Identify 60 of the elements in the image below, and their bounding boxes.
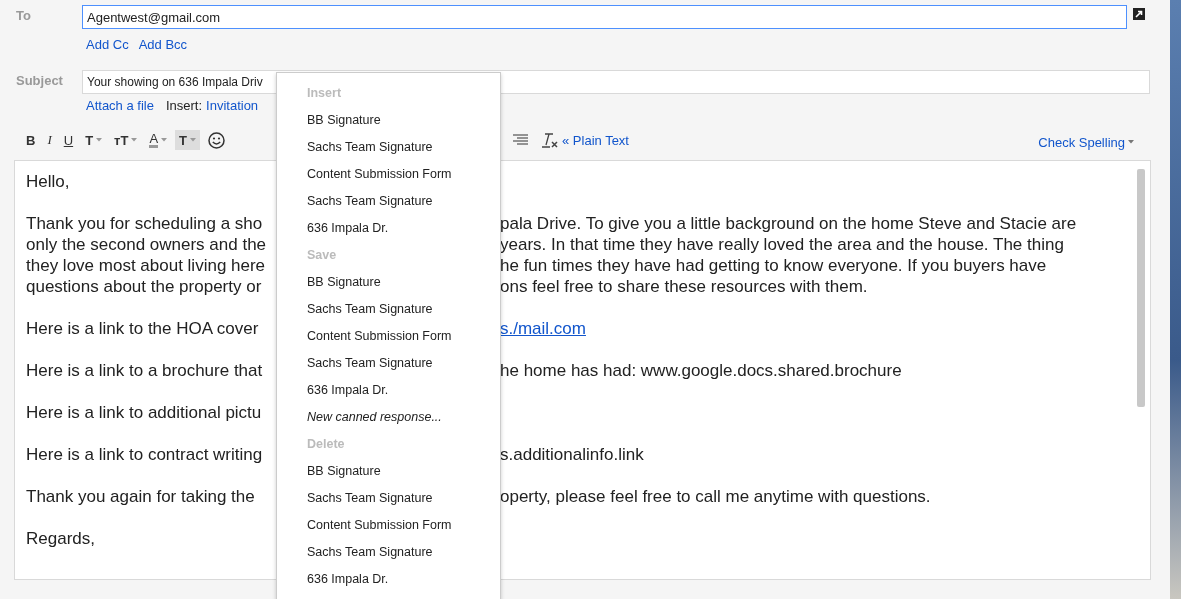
- format-button[interactable]: A: [145, 130, 172, 150]
- to-field[interactable]: Agentwest@gmail.com: [82, 5, 1127, 29]
- body-text: Here is a link to contract writing: [26, 444, 264, 465]
- body-text: Here is a link to the HOA cover: [26, 318, 260, 339]
- menu-item[interactable]: Sachs Team Signature: [277, 296, 500, 323]
- subject-label: Subject: [15, 72, 64, 88]
- body-text: Regards,: [26, 528, 96, 549]
- format-button[interactable]: U: [59, 130, 78, 150]
- emoji-icon[interactable]: [208, 131, 225, 149]
- menu-item[interactable]: Sachs Team Signature: [277, 485, 500, 512]
- popout-icon[interactable]: [1133, 8, 1145, 20]
- menu-item[interactable]: BB Signature: [277, 269, 500, 296]
- check-spelling-link[interactable]: Check Spelling: [1038, 134, 1134, 150]
- format-button[interactable]: T: [81, 130, 107, 150]
- body-text: Here is a link to additional pictu: [26, 402, 263, 423]
- to-label: To: [15, 7, 32, 23]
- body-text: operty, please feel free to call me anytime with questions.: [500, 486, 931, 507]
- remove-formatting-icon[interactable]: [541, 132, 559, 148]
- body-text: he fun times they have had getting to know everyone. If you buyers have: [500, 255, 1047, 276]
- body-link[interactable]: s./mail.com: [500, 318, 586, 339]
- menu-item[interactable]: Content Submission Form: [277, 323, 500, 350]
- menu-section-header: Delete: [306, 436, 346, 453]
- menu-item[interactable]: Content Submission Form: [277, 161, 500, 188]
- attach-file-link[interactable]: Attach a file: [86, 97, 154, 113]
- body-text: pala Drive. To give you a little background on the home Steve and Stacie are: [500, 213, 1077, 234]
- add-recipient-link[interactable]: Add Cc: [86, 36, 129, 52]
- menu-item[interactable]: 636 Impala Dr.: [277, 566, 500, 593]
- body-text: years. In that time they have really loved the area and the house. The thing: [500, 234, 1064, 255]
- body-text: he home has had: www.google.docs.shared.brochure: [500, 360, 902, 381]
- menu-item[interactable]: Sachs Team Signature: [277, 134, 500, 161]
- menu-item[interactable]: Sachs Team Signature: [277, 188, 500, 215]
- invitation-link[interactable]: Invitation: [206, 97, 259, 113]
- body-text: ons feel free to share these resources with them.: [500, 276, 868, 297]
- format-button[interactable]: I: [43, 130, 56, 150]
- format-button[interactable]: тT: [110, 130, 142, 150]
- format-button[interactable]: B: [22, 130, 40, 150]
- insert-label: Insert:: [165, 97, 203, 113]
- menu-item[interactable]: Sachs Team Signature: [277, 350, 500, 377]
- menu-item[interactable]: BB Signature: [277, 107, 500, 134]
- body-text: Thank you for scheduling a sho: [26, 213, 264, 234]
- body-text: they love most about living here: [26, 255, 267, 276]
- add-recipient-link[interactable]: Add Bcc: [138, 36, 188, 52]
- menu-item[interactable]: Content Submission Form: [277, 512, 500, 539]
- body-text: only the second owners and the: [26, 234, 268, 255]
- menu-item[interactable]: 636 Impala Dr.: [277, 215, 500, 242]
- menu-section-header: Save: [306, 247, 338, 264]
- caret-icon: [1128, 140, 1134, 144]
- menu-item[interactable]: 636 Impala Dr.: [277, 377, 500, 404]
- menu-item[interactable]: Sachs Team Signature: [277, 539, 500, 566]
- body-text: questions about the property or: [26, 276, 263, 297]
- body-text: s.additionalinfo.link: [500, 444, 644, 465]
- menu-item[interactable]: BB Signature: [277, 458, 500, 485]
- plain-text-link[interactable]: « Plain Text: [562, 132, 629, 148]
- body-text: Hello,: [26, 171, 71, 192]
- format-button[interactable]: T: [175, 130, 200, 150]
- align-right-icon[interactable]: [513, 134, 528, 146]
- scrollbar-thumb[interactable]: [1137, 169, 1145, 407]
- body-text: Thank you again for taking the: [26, 486, 256, 507]
- menu-item[interactable]: New canned response...: [277, 404, 500, 431]
- body-text: Here is a link to a brochure that: [26, 360, 264, 381]
